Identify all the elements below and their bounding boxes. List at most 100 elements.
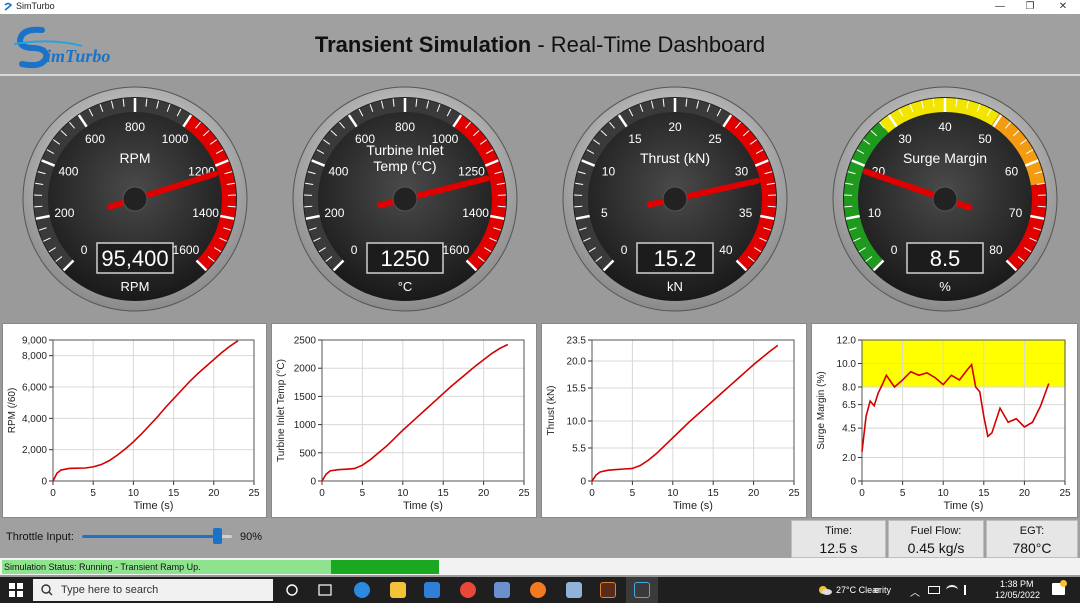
stat-time: Time: 12.5 s [791, 520, 886, 558]
gauge-tick-label: 40 [719, 243, 733, 257]
chart-x-label: Time (s) [134, 500, 174, 512]
chart-y-tick-label: 10.0 [567, 417, 587, 428]
chart-x-tick-label: 15 [438, 488, 450, 499]
gauge-tick-label: 25 [708, 132, 722, 146]
minimize-button[interactable]: — [985, 0, 1015, 14]
app-icon-4[interactable] [600, 582, 616, 598]
gauge-tick-label: 1600 [443, 243, 470, 257]
throttle-slider-fill [82, 535, 217, 538]
battery-icon[interactable] [928, 586, 940, 594]
chart-x-tick-label: 10 [128, 488, 140, 499]
chart-x-tick-label: 5 [900, 488, 906, 499]
chart-x-tick-label: 5 [360, 488, 366, 499]
clock-date[interactable]: 12/05/2022 [995, 590, 1040, 600]
chrome-icon[interactable] [460, 582, 476, 598]
clock-time[interactable]: 1:38 PM [1000, 579, 1034, 589]
mail-icon[interactable] [424, 582, 440, 598]
gauge-tick [1037, 205, 1046, 208]
gauge-tick-label: 10 [868, 206, 882, 220]
firefox-icon[interactable] [530, 582, 546, 598]
gauge-hub [392, 186, 418, 212]
gauge-label-line1: Turbine Inlet [366, 142, 443, 158]
window-title: SimTurbo [16, 1, 55, 11]
gauge-3: 01020304050607080Surge Margin8.5% [832, 86, 1058, 312]
gauge-tick [844, 205, 853, 208]
chart-y-tick-label: 5.5 [572, 444, 586, 455]
chart-x-tick-label: 0 [319, 488, 325, 499]
file-explorer-icon[interactable] [390, 582, 406, 598]
gauge-tick [574, 205, 583, 208]
stat-egt-label: EGT: [1019, 525, 1045, 537]
close-button[interactable]: ✕ [1048, 0, 1078, 14]
gauge-1: 02004006008001000125014001600Turbine Inl… [292, 86, 518, 312]
edge-icon[interactable] [354, 582, 370, 598]
gauge-tick-label: 200 [54, 206, 74, 220]
gauge-tick-label: 400 [328, 164, 348, 178]
stat-time-label: Time: [824, 525, 853, 537]
gauge-tick-label: 20 [668, 120, 682, 134]
windows-start-icon[interactable] [9, 583, 23, 597]
app-icon-2[interactable] [494, 582, 510, 598]
widgets-icon[interactable] [318, 584, 332, 596]
gauge-tick [497, 205, 506, 208]
gauge-tick-label: 200 [324, 206, 344, 220]
chart-x-tick-label: 20 [478, 488, 490, 499]
chart-y-label: Turbine Inlet Temp (°C) [276, 359, 287, 462]
chart-y-tick-label: 20.0 [567, 357, 587, 368]
app-icon-3[interactable] [566, 582, 582, 598]
gauge-tick-label: 70 [1009, 206, 1023, 220]
chart-x-tick-label: 15 [708, 488, 720, 499]
taskbar-search[interactable]: Type here to search [33, 579, 273, 601]
chart-series-line [52, 340, 239, 482]
window-titlebar: SimTurbo — ❐ ✕ [0, 0, 1080, 14]
gauge-hub [932, 186, 958, 212]
restore-button[interactable]: ❐ [1015, 0, 1045, 14]
header: imTurbo Transient Simulation - Real-Time… [0, 14, 1080, 76]
task-view-icon[interactable] [286, 584, 298, 596]
throttle-slider[interactable] [82, 528, 232, 544]
active-app-highlight [626, 577, 658, 603]
wifi-icon[interactable] [946, 585, 958, 595]
chart-y-tick-label: 0 [580, 477, 586, 488]
stat-egt-value: 780°C [1012, 540, 1052, 556]
chart-y-tick-label: 0 [850, 477, 856, 488]
chevron-up-icon[interactable]: ︿ [910, 584, 920, 599]
chart-x-tick-label: 10 [667, 488, 679, 499]
surge-chart: 0 5 10 15 20 25 0 2.0 4.5 6.5 8.0 10.0 12.0 Time (s) S… [816, 336, 1071, 513]
app-icon [4, 2, 13, 11]
gauge-2: 0 5 10 15 20 25 30 35 40 Thrust (kN) 15.2 kN [562, 86, 788, 312]
gauge-tick-label: 60 [1005, 164, 1019, 178]
chart-y-tick-label: 2500 [294, 336, 317, 347]
gauge-row: 02004006008001000120014001600RPM95,400RP… [22, 86, 1058, 312]
chart-y-tick-label: 8,000 [22, 351, 47, 362]
chart-panel-temp: 0 5 10 15 20 25 0 500 1000 1500 2000 2500 Time (s) Tu… [271, 323, 537, 518]
throttle-value: 90% [240, 531, 263, 543]
gauge-tick-label: 1400 [462, 206, 489, 220]
status-text: Simulation Status: Running - Transient R… [2, 560, 332, 574]
chart-panel-surge: 0 5 10 15 20 25 0 2.0 4.5 6.5 8.0 10.0 12.0 Time (s) S… [811, 323, 1078, 518]
gauge-hub [662, 186, 688, 212]
stat-fuel-label: Fuel Flow: [910, 525, 962, 537]
chart-y-tick-label: 1000 [294, 420, 317, 431]
gauge-tick-label: 0 [891, 243, 898, 257]
gauge-tick-label: 50 [978, 132, 992, 146]
gauge-unit: kN [667, 279, 683, 294]
volume-icon[interactable] [964, 585, 974, 595]
throttle-slider-thumb[interactable] [212, 528, 222, 544]
chart-x-tick-label: 10 [938, 488, 950, 499]
chart-y-tick-label: 0 [41, 477, 47, 488]
weather-icon [819, 586, 832, 595]
chart-y-tick-label: 15.5 [567, 384, 587, 395]
notification-icon[interactable] [1052, 580, 1067, 595]
chart-y-tick-label: 2,000 [22, 445, 47, 456]
gauge-label: Thrust (kN) [640, 150, 710, 166]
gauge-tick-label: 30 [898, 132, 912, 146]
gauge-tick-label: 80 [989, 243, 1003, 257]
gauge-tick-label: 0 [621, 243, 628, 257]
chart-y-tick-label: 23.5 [567, 336, 587, 347]
gauge-label-line2: Temp (°C) [373, 158, 436, 174]
gauge-tick-label: 15 [628, 132, 642, 146]
chart-y-tick-label: 6,000 [22, 383, 47, 394]
gauge-readout: 15.2 [654, 246, 697, 271]
gauge-unit: RPM [121, 279, 150, 294]
